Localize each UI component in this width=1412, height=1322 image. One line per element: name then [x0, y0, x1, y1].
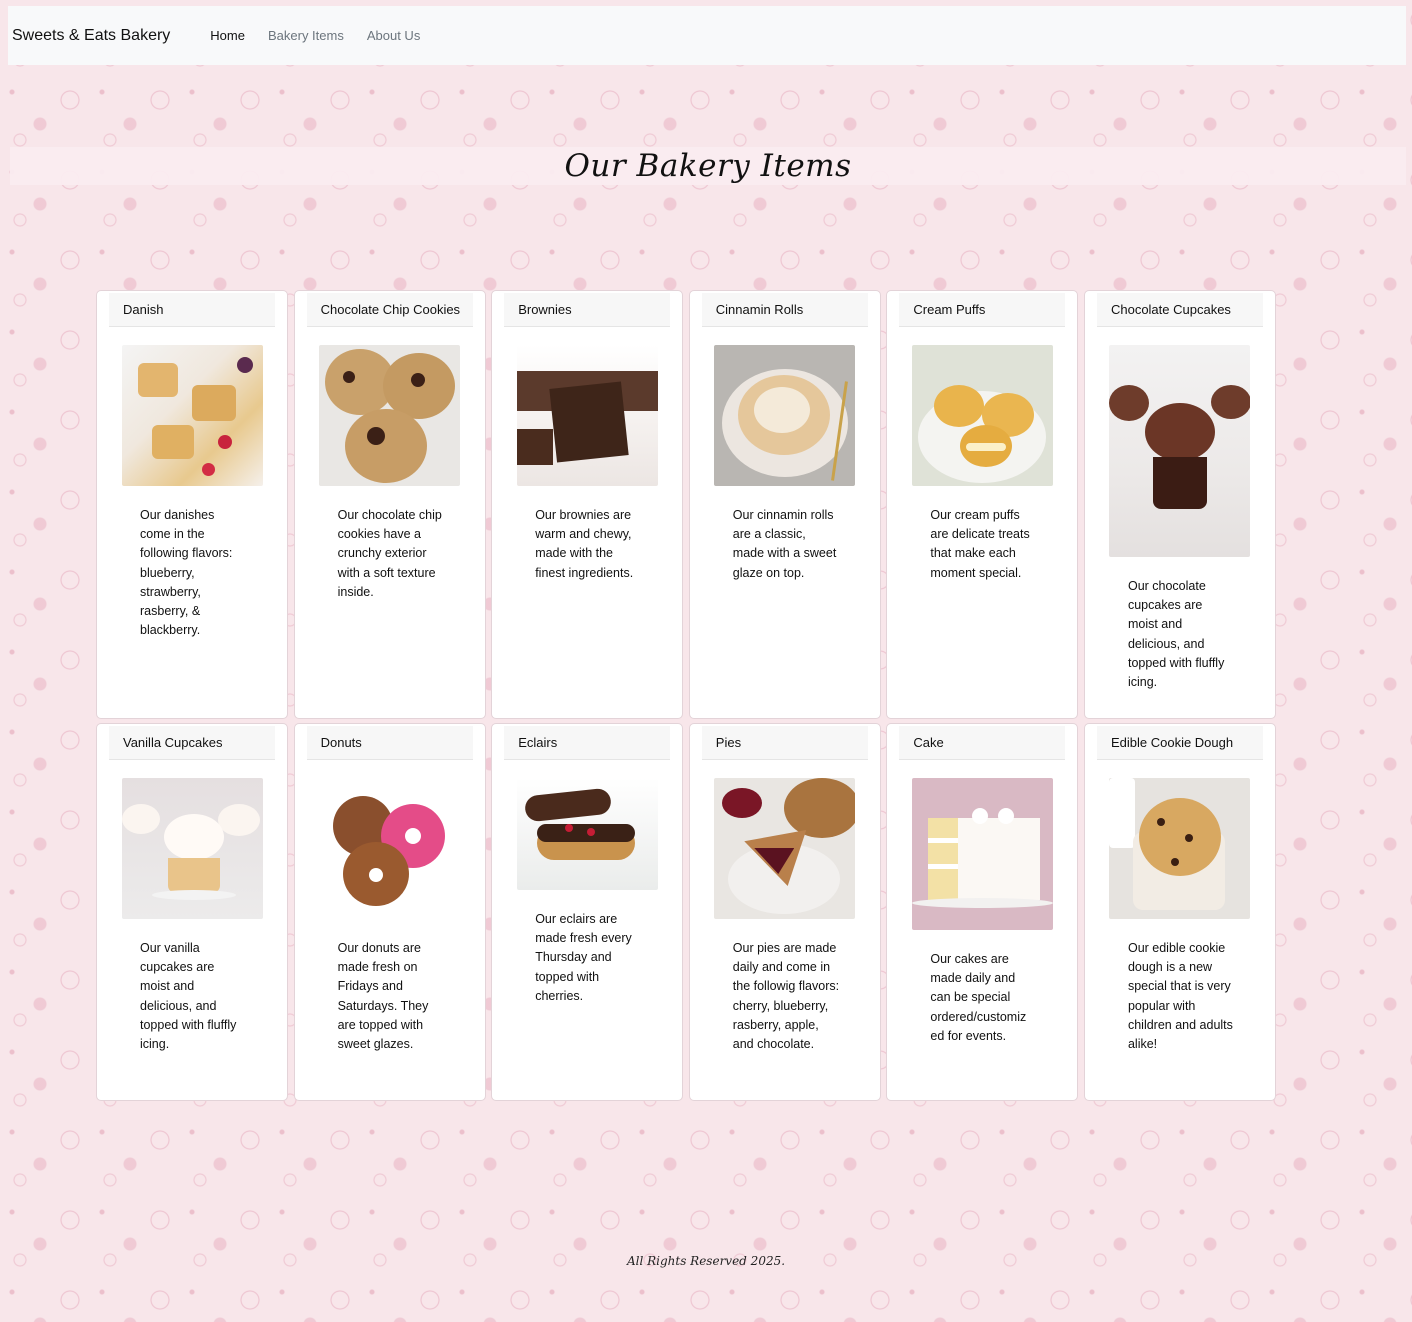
page-title: Our Bakery Items	[564, 148, 852, 184]
cookies-image	[319, 345, 461, 486]
item-card-description: Our vanilla cupcakes are moist and delic…	[140, 941, 237, 1052]
item-card-description: Our pies are made daily and come in the …	[732, 941, 840, 1052]
item-card-brownies: Brownies Our brownies are warm and chewy…	[491, 290, 684, 719]
chocolate-cupcake-image	[1109, 345, 1251, 557]
cookie-dough-image	[1109, 778, 1251, 919]
item-card-title: Donuts	[306, 726, 473, 760]
item-card-vanilla-cupcakes: Vanilla Cupcakes Our vanilla cupcakes ar…	[96, 723, 288, 1101]
item-card-description: Our cakes are made daily and can be spec…	[930, 952, 1027, 1043]
nav-home-link[interactable]: Home	[210, 28, 245, 43]
item-card-title: Danish	[109, 293, 275, 327]
item-card-title: Chocolate Cupcakes	[1096, 293, 1263, 327]
nav-bakery-items-link[interactable]: Bakery Items	[268, 28, 344, 43]
footer-copyright: All Rights Reserved 2025.	[626, 1254, 786, 1268]
item-card-description: Our danishes come in the following flavo…	[140, 508, 233, 638]
pie-image	[714, 778, 856, 919]
page-title-banner: Our Bakery Items	[10, 147, 1406, 185]
item-card-edible-cookie-dough: Edible Cookie Dough Our edible cookie do…	[1083, 723, 1276, 1101]
cream-puffs-image	[911, 345, 1053, 486]
item-card-donuts: Donuts Our donuts are made fresh on Frid…	[293, 723, 486, 1101]
item-card-description: Our chocolate chip cookies have a crunch…	[337, 508, 442, 599]
item-card-danish: Danish Our danishes come in the followin…	[96, 290, 288, 719]
vanilla-cupcake-image	[121, 778, 263, 919]
item-card-title: Cinnamin Rolls	[701, 293, 868, 327]
item-card-cinnamin-rolls: Cinnamin Rolls Our cinnamin rolls are a …	[688, 290, 881, 719]
item-card-description: Our chocolate cupcakes are moist and del…	[1127, 579, 1225, 690]
item-card-title: Pies	[701, 726, 868, 760]
item-card-chocolate-chip-cookies: Chocolate Chip Cookies Our chocolate chi…	[293, 290, 486, 719]
item-card-cake: Cake Our cakes are made daily and can be…	[886, 723, 1079, 1101]
item-card-title: Chocolate Chip Cookies	[306, 293, 473, 327]
cinnamon-roll-image	[714, 345, 856, 486]
item-card-pies: Pies Our pies are made daily and come in…	[688, 723, 881, 1101]
item-card-title: Edible Cookie Dough	[1096, 726, 1263, 760]
danish-image	[121, 345, 263, 486]
item-card-title: Eclairs	[504, 726, 671, 760]
item-card-title: Vanilla Cupcakes	[109, 726, 275, 760]
donuts-image	[319, 778, 461, 919]
item-card-title: Cream Puffs	[899, 293, 1066, 327]
bakery-items-grid: Danish Our danishes come in the followin…	[96, 290, 1276, 1101]
item-card-description: Our brownies are warm and chewy, made wi…	[535, 508, 634, 580]
eclairs-image	[516, 778, 658, 890]
item-card-description: Our cream puffs are delicate treats that…	[930, 508, 1030, 580]
brownies-image	[516, 345, 658, 486]
item-card-description: Our donuts are made fresh on Fridays and…	[337, 941, 429, 1052]
item-card-title: Brownies	[504, 293, 671, 327]
nav-about-us-link[interactable]: About Us	[367, 28, 420, 43]
item-card-cream-puffs: Cream Puffs Our cream puffs are delicate…	[886, 290, 1079, 719]
item-card-description: Our edible cookie dough is a new special…	[1127, 941, 1233, 1052]
top-navbar: Sweets & Eats Bakery Home Bakery Items A…	[8, 6, 1406, 65]
item-card-description: Our cinnamin rolls are a classic, made w…	[732, 508, 837, 580]
item-card-chocolate-cupcakes: Chocolate Cupcakes Our chocolate cupcake…	[1083, 290, 1276, 719]
item-card-title: Cake	[899, 726, 1066, 760]
cake-image	[911, 778, 1053, 930]
item-card-description: Our eclairs are made fresh every Thursda…	[535, 912, 632, 1003]
item-card-eclairs: Eclairs Our eclairs are made fresh every…	[491, 723, 684, 1101]
brand-link[interactable]: Sweets & Eats Bakery	[12, 27, 170, 45]
